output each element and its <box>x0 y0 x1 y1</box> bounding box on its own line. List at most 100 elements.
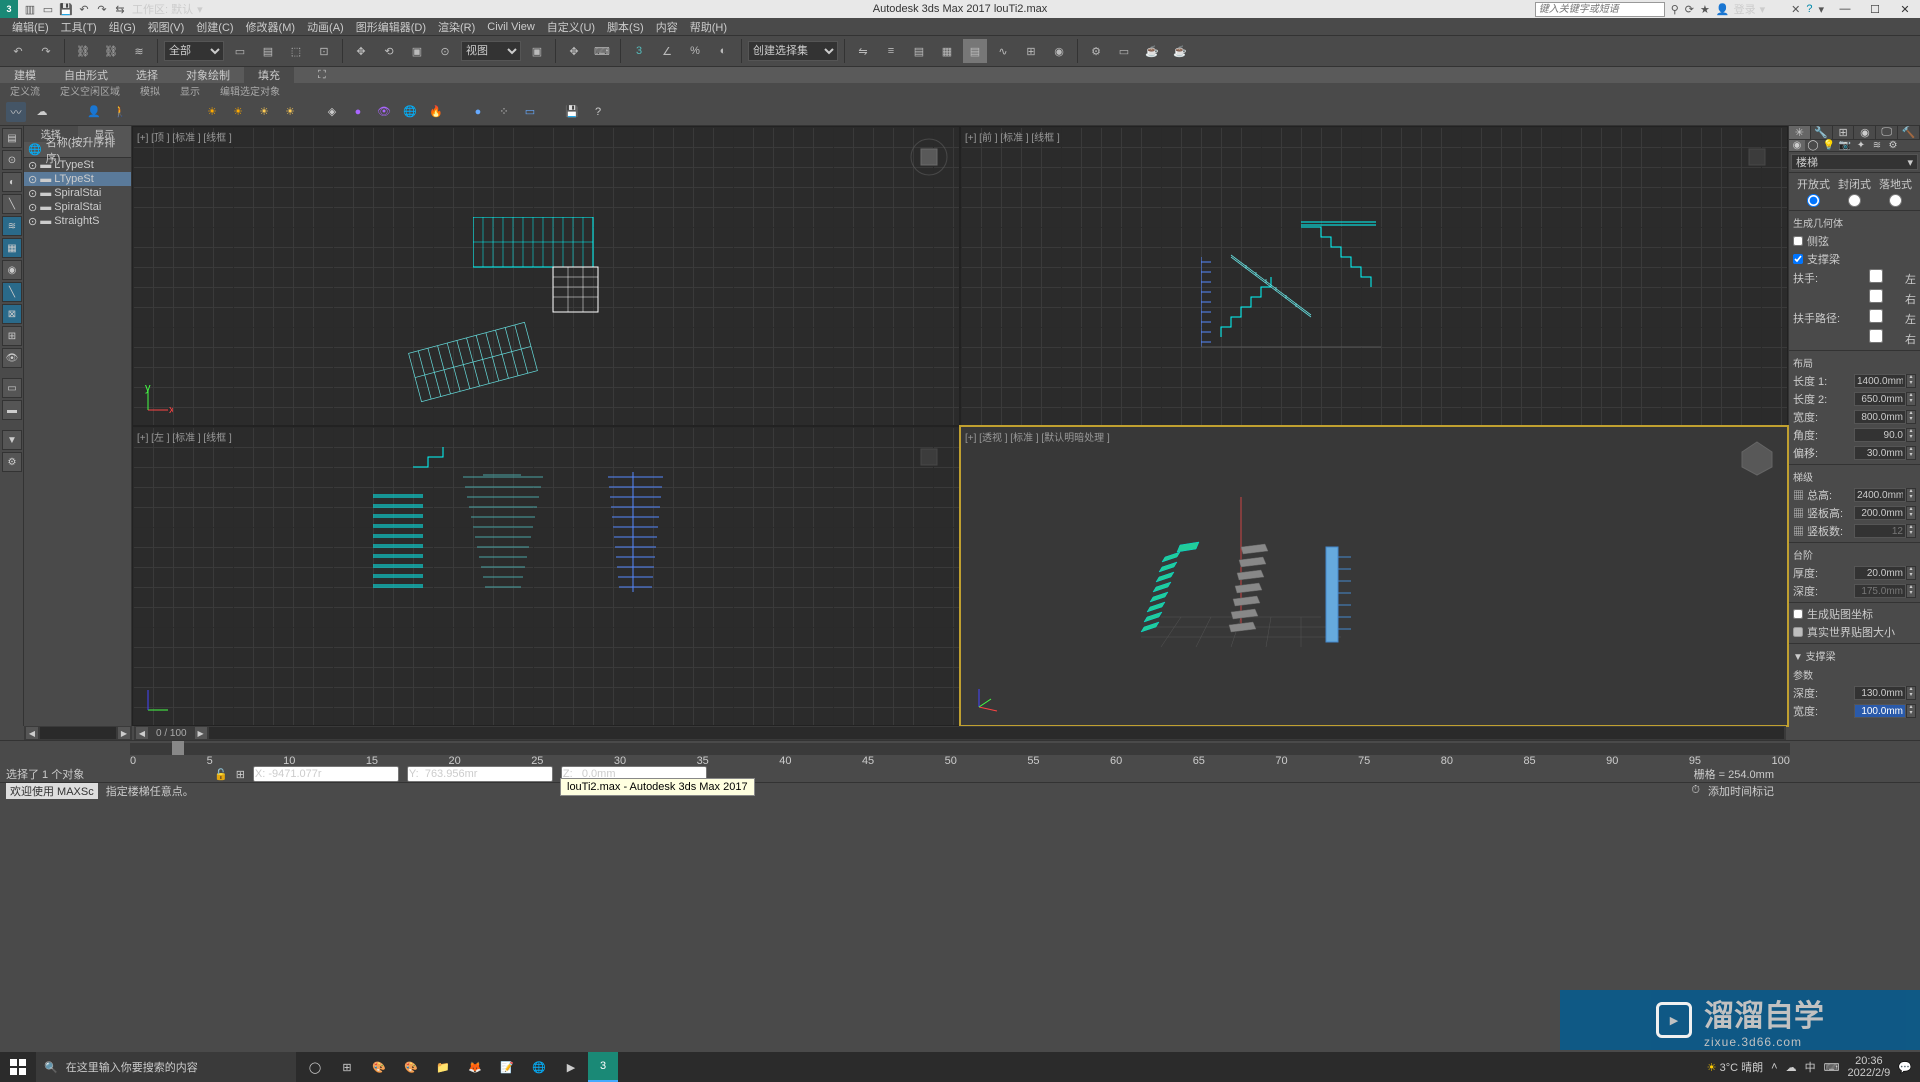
select-name-button[interactable]: ▤ <box>256 39 280 63</box>
se-tool-11[interactable]: 👁 <box>2 348 22 368</box>
rollout-step[interactable]: 台阶 <box>1793 545 1916 564</box>
explorer-icon[interactable]: 📁 <box>428 1052 458 1082</box>
tab-freeform[interactable]: 自由形式 <box>50 67 122 83</box>
type-open-radio[interactable] <box>1807 194 1820 207</box>
close-button[interactable]: ✕ <box>1890 0 1920 18</box>
spinner[interactable]: ▴▾ <box>1906 374 1916 388</box>
coords-icon[interactable]: ⊞ <box>236 768 245 781</box>
se-tool-4[interactable]: ╲ <box>2 194 22 214</box>
menu-rendering[interactable]: 渲染(R) <box>432 19 481 35</box>
angle-snap-button[interactable]: ∠ <box>655 39 679 63</box>
railpath-right[interactable] <box>1850 329 1902 343</box>
app-2[interactable]: 🎨 <box>396 1052 426 1082</box>
menu-tools[interactable]: 工具(T) <box>55 19 103 35</box>
subtab-editsel[interactable]: 编辑选定对象 <box>210 83 290 98</box>
sun4-icon[interactable]: ☀ <box>280 102 300 122</box>
sub-icon[interactable]: ⟳ <box>1685 3 1694 16</box>
render-setup-button[interactable]: ⚙ <box>1084 39 1108 63</box>
ime-icon[interactable]: 中 <box>1805 1059 1816 1075</box>
carriage-check[interactable] <box>1793 254 1803 264</box>
spinner[interactable]: ▴▾ <box>1906 488 1916 502</box>
subtab-display[interactable]: 显示 <box>170 83 210 98</box>
length2-input[interactable] <box>1854 392 1906 406</box>
infocenter-search-icon[interactable]: ⚲ <box>1671 3 1679 16</box>
manipulate-button[interactable]: ✥ <box>562 39 586 63</box>
fire-icon[interactable]: 🔥 <box>426 102 446 122</box>
menu-create[interactable]: 创建(C) <box>190 19 239 35</box>
se-tool-2[interactable]: ⊙ <box>2 150 22 170</box>
person-icon[interactable]: 👤 <box>84 102 104 122</box>
placement-button[interactable]: ⊙ <box>433 39 457 63</box>
lock-icon[interactable]: 🔓 <box>214 768 228 781</box>
spinner-snap-button[interactable]: ◐ <box>711 39 735 63</box>
scene-item[interactable]: ⊙▬SpiralStai <box>24 186 131 200</box>
redo-button[interactable]: ↷ <box>34 39 58 63</box>
scene-item[interactable]: ⊙▬SpiralStai <box>24 200 131 214</box>
se-tool-10[interactable]: ⊞ <box>2 326 22 346</box>
undo-button[interactable]: ↶ <box>6 39 30 63</box>
taskview-icon[interactable]: ◯ <box>300 1052 330 1082</box>
walk-icon[interactable]: 🚶 <box>110 102 130 122</box>
eye-icon[interactable]: 👁 <box>374 102 394 122</box>
se-tool-6[interactable]: ▦ <box>2 238 22 258</box>
nav-next[interactable]: ▶ <box>195 727 207 739</box>
subtab-idle[interactable]: 定义空闲区域 <box>50 83 130 98</box>
viewport-scrollbar[interactable]: ◀ 0 / 100 ▶ <box>134 726 1786 740</box>
hierarchy-tab[interactable]: ⊞ <box>1833 126 1855 139</box>
app-logo[interactable]: 3 <box>0 0 18 18</box>
se-tool-5[interactable]: ≋ <box>2 216 22 236</box>
star-icon[interactable]: ★ <box>1700 3 1710 16</box>
time-marker[interactable] <box>172 741 184 755</box>
exchange-icon[interactable]: ✕ <box>1791 3 1800 16</box>
tab-selection[interactable]: 选择 <box>122 67 172 83</box>
dropdown-icon[interactable]: ▾ <box>1818 3 1824 16</box>
viewport-label[interactable]: [+] [左 ] [标准 ] [线框 ] <box>137 429 232 444</box>
rollout-layout[interactable]: 布局 <box>1793 353 1916 372</box>
menu-customize[interactable]: 自定义(U) <box>541 19 601 35</box>
helpers-tab[interactable]: ✦ <box>1853 140 1869 151</box>
ball-icon[interactable]: ● <box>468 102 488 122</box>
motion-tab[interactable]: ◉ <box>1854 126 1876 139</box>
infocenter-search[interactable] <box>1535 2 1665 17</box>
undo-icon[interactable]: ↶ <box>76 1 92 17</box>
scene-item[interactable]: ⊙▬LTypeSt <box>24 172 131 186</box>
se-tool-13[interactable]: ▬ <box>2 400 22 420</box>
utilities-tab[interactable]: 🔨 <box>1898 126 1920 139</box>
menu-scripting[interactable]: 脚本(S) <box>601 19 650 35</box>
viewcube[interactable] <box>909 137 949 177</box>
layer-explorer-button[interactable]: ▦ <box>935 39 959 63</box>
menu-edit[interactable]: 编辑(E) <box>6 19 55 35</box>
move-button[interactable]: ✥ <box>349 39 373 63</box>
app-1[interactable]: 🎨 <box>364 1052 394 1082</box>
render-iterative-button[interactable]: ☕ <box>1168 39 1192 63</box>
notifications-icon[interactable]: 💬 <box>1898 1061 1912 1074</box>
spinner[interactable]: ▴▾ <box>1906 506 1916 520</box>
link-button[interactable]: ⛓ <box>71 39 95 63</box>
geometry-tab[interactable]: ◉ <box>1789 140 1805 151</box>
menu-content[interactable]: 内容 <box>650 19 684 35</box>
coord-y-input[interactable] <box>407 766 553 782</box>
firefox-icon[interactable]: 🦊 <box>460 1052 490 1082</box>
viewcube[interactable] <box>909 437 949 477</box>
viewport-label[interactable]: [+] [前 ] [标准 ] [线框 ] <box>965 129 1060 144</box>
render-small-icon[interactable]: ▭ <box>520 102 540 122</box>
menu-grapheditors[interactable]: 图形编辑器(D) <box>350 19 432 35</box>
spinner[interactable]: ▴▾ <box>1906 410 1916 424</box>
carriage-depth-input[interactable] <box>1854 686 1906 700</box>
scene-item[interactable]: ⊙▬StraightS <box>24 214 131 228</box>
percent-snap-button[interactable]: % <box>683 39 707 63</box>
mirror-button[interactable]: ⇋ <box>851 39 875 63</box>
window-crossing-button[interactable]: ⊡ <box>312 39 336 63</box>
tab-populate[interactable]: 填充 <box>244 67 294 83</box>
addtime-label[interactable]: 添加时间标记 <box>1708 783 1774 799</box>
subtab-flow[interactable]: 定义流 <box>0 83 50 98</box>
type-box-radio[interactable] <box>1889 194 1902 207</box>
offset-input[interactable] <box>1854 446 1906 460</box>
align-button[interactable]: ≡ <box>879 39 903 63</box>
timeline[interactable]: 0510152025303540455055606570758085909510… <box>0 740 1920 766</box>
ime2-icon[interactable]: ⌨ <box>1824 1061 1840 1074</box>
type-box[interactable]: 落地式 <box>1879 176 1912 192</box>
shapes-tab[interactable]: ◯ <box>1805 140 1821 151</box>
category-dropdown[interactable]: 楼梯▾ <box>1791 154 1918 170</box>
se-tool-12[interactable]: ▭ <box>2 378 22 398</box>
